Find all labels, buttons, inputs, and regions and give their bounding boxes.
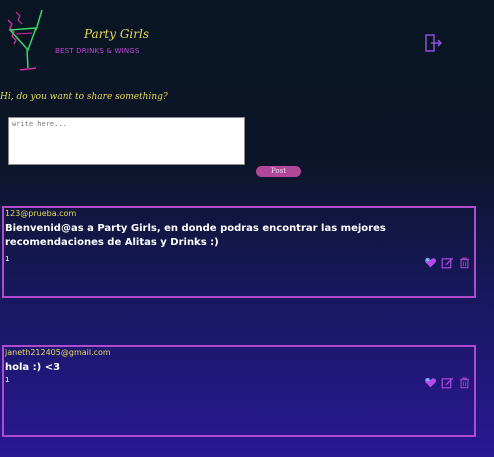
- post-author: 123@prueba.com: [5, 209, 77, 218]
- post-content: hola :) <3: [5, 362, 61, 373]
- post-textarea[interactable]: [8, 117, 245, 165]
- logout-icon[interactable]: [423, 33, 443, 53]
- edit-icon[interactable]: [441, 256, 454, 269]
- trash-icon[interactable]: [458, 256, 471, 269]
- post-card: janeth212405@gmail.com hola :) <3 1: [2, 345, 476, 437]
- heart-icon[interactable]: [424, 256, 437, 269]
- brand-name: Party Girls: [84, 27, 149, 41]
- post-like-count: 1: [5, 376, 10, 384]
- post-content: Bienvenid@as a Party Girls, en donde pod…: [5, 223, 386, 248]
- edit-icon[interactable]: [441, 376, 454, 389]
- trash-icon[interactable]: [458, 376, 471, 389]
- cocktail-glass-logo-icon: [7, 9, 43, 71]
- post-author: janeth212405@gmail.com: [5, 348, 111, 357]
- post-card: 123@prueba.com Bienvenid@as a Party Girl…: [2, 206, 476, 298]
- post-actions: [424, 376, 471, 389]
- post-like-count: 1: [5, 255, 10, 263]
- heart-icon[interactable]: [424, 376, 437, 389]
- share-prompt: Hi, do you want to share something?: [0, 92, 168, 102]
- post-button[interactable]: Post: [256, 166, 301, 177]
- brand-tagline: BEST DRINKS & WINGS: [55, 47, 140, 55]
- post-actions: [424, 256, 471, 269]
